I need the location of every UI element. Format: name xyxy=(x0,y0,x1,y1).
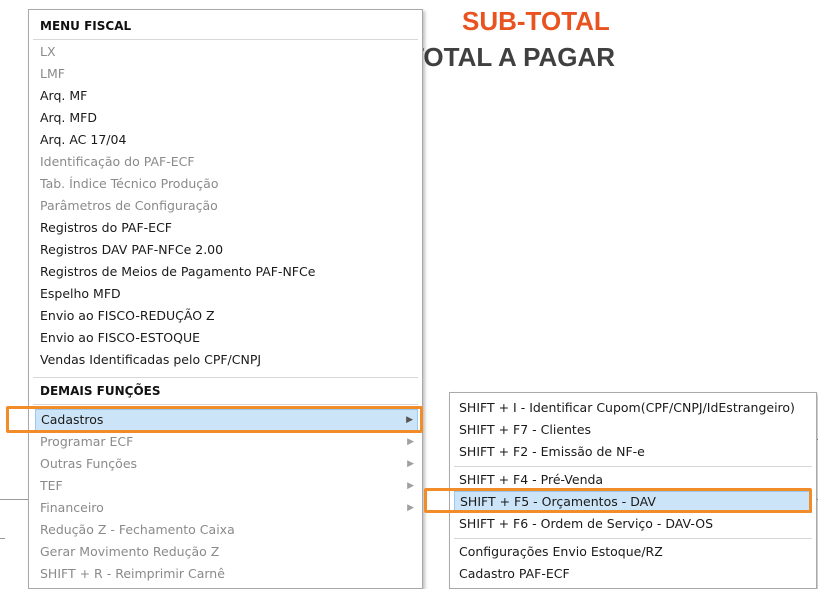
submenu-item-shift-f4-pre-venda[interactable]: SHIFT + F4 - Pré-Venda xyxy=(454,469,812,491)
menu-item-lx[interactable]: LX xyxy=(35,41,418,63)
submenu-arrow-icon: ▶ xyxy=(407,437,414,447)
menu-item-label: Financeiro xyxy=(40,500,104,515)
menu-item-label: SHIFT + R - Reimprimir Carnê xyxy=(40,566,225,581)
submenu-item-shift-f5-orcamentos-dav[interactable]: SHIFT + F5 - Orçamentos - DAV xyxy=(454,491,812,513)
submenu-item-cadastro-paf-ecf[interactable]: Cadastro PAF-ECF xyxy=(454,563,812,585)
background-divider xyxy=(0,538,5,539)
submenu-item-shift-f2-emissao-de-nf-e[interactable]: SHIFT + F2 - Emissão de NF-e xyxy=(454,441,812,463)
submenu-arrow-icon: ▶ xyxy=(407,481,414,491)
menu-item-label: Redução Z - Fechamento Caixa xyxy=(40,522,235,537)
menu-item-gerar-movimento-reducao-z[interactable]: Gerar Movimento Redução Z xyxy=(35,541,418,563)
menu-item-label: Gerar Movimento Redução Z xyxy=(40,544,220,559)
menu-item-registros-dav-paf-nfce-2-00[interactable]: Registros DAV PAF-NFCe 2.00 xyxy=(35,239,418,261)
menu-item-tef[interactable]: TEF ▶ xyxy=(35,475,418,497)
menu-item-registros-de-meios-de-pagamento-paf-nfce[interactable]: Registros de Meios de Pagamento PAF-NFCe xyxy=(35,261,418,283)
menu-item-label: Cadastros xyxy=(41,412,104,427)
total-to-pay-label: TOTAL A PAGAR xyxy=(408,42,616,72)
subtotal-label: SUB-TOTAL xyxy=(462,6,610,36)
submenu-arrow-icon: ▶ xyxy=(407,459,414,469)
menu-item-espelho-mfd[interactable]: Espelho MFD xyxy=(35,283,418,305)
submenu-separator xyxy=(454,466,812,467)
menu-item-lmf[interactable]: LMF xyxy=(35,63,418,85)
menu-item-outras-funcoes[interactable]: Outras Funções ▶ xyxy=(35,453,418,475)
menu-item-envio-ao-fisco-reducao-z[interactable]: Envio ao FISCO-REDUÇÃO Z xyxy=(35,305,418,327)
menu-item-shift-r-reimprimir-carne[interactable]: SHIFT + R - Reimprimir Carnê xyxy=(35,563,418,585)
menu-item-label: TEF xyxy=(40,478,63,493)
menu-item-financeiro[interactable]: Financeiro ▶ xyxy=(35,497,418,519)
submenu-item-shift-f7-clientes[interactable]: SHIFT + F7 - Clientes xyxy=(454,419,812,441)
submenu-item-configuracoes-envio-estoque-rz[interactable]: Configurações Envio Estoque/RZ xyxy=(454,541,812,563)
main-menu: MENU FISCAL LX LMF Arq. MF Arq. MFD Arq. AC … xyxy=(28,9,423,589)
submenu-item-shift-i-identificar-cupom-cpf-cnpj-idestrangeiro[interactable]: SHIFT + I - Identificar Cupom(CPF/CNPJ/I… xyxy=(454,397,812,419)
menu-separator xyxy=(33,404,418,405)
menu-header-fiscal: MENU FISCAL xyxy=(40,19,132,33)
submenu-arrow-icon: ▶ xyxy=(406,415,413,425)
menu-item-parametros-de-configuracao[interactable]: Parâmetros de Configuração xyxy=(35,195,418,217)
menu-item-label: Programar ECF xyxy=(40,434,134,449)
menu-item-programar-ecf[interactable]: Programar ECF ▶ xyxy=(35,431,418,453)
menu-item-registros-do-paf-ecf[interactable]: Registros do PAF-ECF xyxy=(35,217,418,239)
menu-item-reducao-z-fechamento-caixa[interactable]: Redução Z - Fechamento Caixa xyxy=(35,519,418,541)
menu-item-tab-indice-tecnico-producao[interactable]: Tab. Índice Técnico Produção xyxy=(35,173,418,195)
menu-item-envio-ao-fisco-estoque[interactable]: Envio ao FISCO-ESTOQUE xyxy=(35,327,418,349)
background-divider xyxy=(0,499,30,500)
menu-item-label: Outras Funções xyxy=(40,456,138,471)
submenu-arrow-icon: ▶ xyxy=(407,503,414,513)
menu-item-arq-ac-17-04[interactable]: Arq. AC 17/04 xyxy=(35,129,418,151)
menu-header-demais: DEMAIS FUNÇÕES xyxy=(40,384,161,398)
menu-separator xyxy=(33,377,418,378)
menu-separator xyxy=(33,39,418,40)
menu-item-arq-mfd[interactable]: Arq. MFD xyxy=(35,107,418,129)
cadastros-submenu: SHIFT + I - Identificar Cupom(CPF/CNPJ/I… xyxy=(449,392,817,589)
submenu-separator xyxy=(454,538,812,539)
menu-item-arq-mf[interactable]: Arq. MF xyxy=(35,85,418,107)
menu-item-vendas-identificadas-pelo-cpf-cnpj[interactable]: Vendas Identificadas pelo CPF/CNPJ xyxy=(35,349,418,371)
menu-item-identificacao-do-paf-ecf[interactable]: Identificação do PAF-ECF xyxy=(35,151,418,173)
menu-item-cadastros[interactable]: Cadastros ▶ xyxy=(35,409,418,431)
submenu-item-shift-f6-ordem-de-servico-dav-os[interactable]: SHIFT + F6 - Ordem de Serviço - DAV-OS xyxy=(454,513,812,535)
